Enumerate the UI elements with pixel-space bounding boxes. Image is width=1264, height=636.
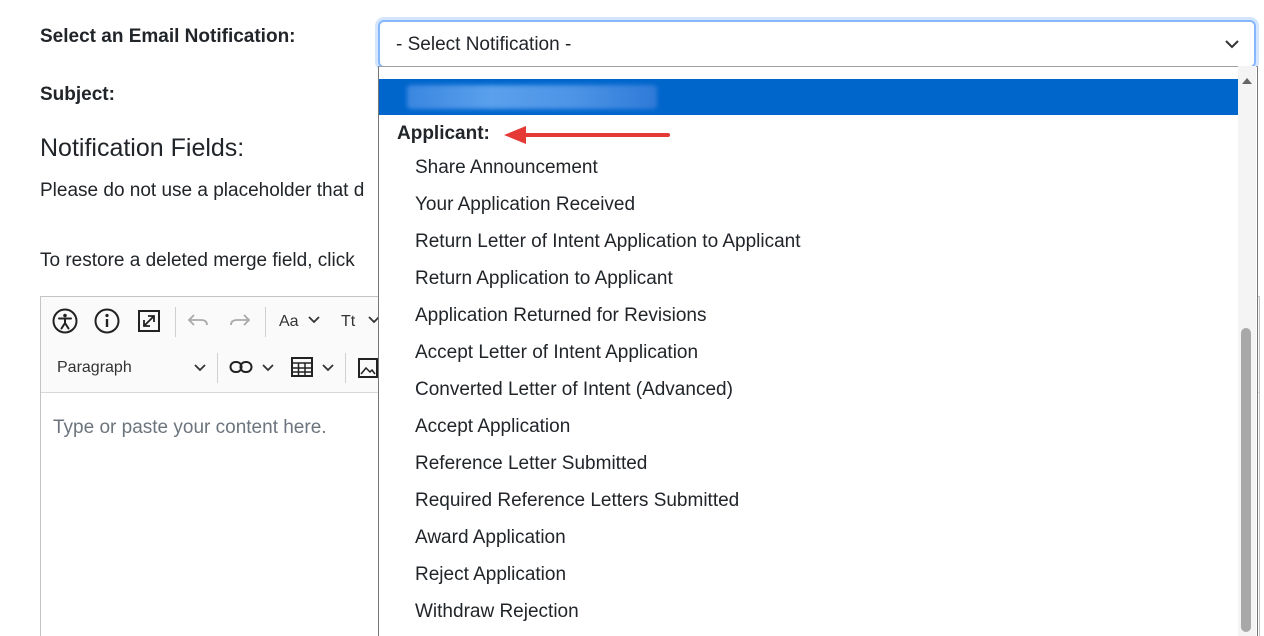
notification-fields-heading: Notification Fields: [40,134,245,162]
scrollbar-thumb[interactable] [1241,328,1251,632]
redacted-option-text [407,85,657,109]
email-notification-label: Select an Email Notification: [40,26,296,47]
option-converted-loi[interactable]: Converted Letter of Intent (Advanced) [415,379,733,401]
undo-icon[interactable] [185,309,211,333]
fullscreen-icon[interactable] [135,307,163,335]
option-share-announcement[interactable]: Share Announcement [415,157,598,179]
subject-label: Subject: [40,84,115,105]
toolbar-divider [175,307,176,337]
toolbar-divider [217,353,218,383]
editor-placeholder[interactable]: Type or paste your content here. [53,417,327,439]
toolbar-divider [265,307,266,337]
paragraph-dropdown[interactable]: Paragraph [57,359,132,377]
option-withdraw-rejection[interactable]: Withdraw Rejection [415,601,579,623]
chevron-down-icon[interactable] [321,361,335,375]
redo-icon[interactable] [227,309,253,333]
option-reject-application[interactable]: Reject Application [415,564,566,586]
image-icon[interactable] [357,357,379,379]
option-award-application[interactable]: Award Application [415,527,566,549]
link-icon[interactable] [227,355,255,379]
option-accept-loi[interactable]: Accept Letter of Intent Application [415,342,698,364]
font-size-button[interactable]: Aa [279,313,299,331]
annotation-arrow-icon [504,126,670,144]
option-returned-for-revisions[interactable]: Application Returned for Revisions [415,305,707,327]
restore-note: To restore a deleted merge field, click [40,250,355,271]
chevron-down-icon[interactable] [261,361,275,375]
placeholder-note: Please do not use a placeholder that d [40,180,365,201]
chevron-down-icon[interactable] [193,361,207,375]
option-required-reference-letters[interactable]: Required Reference Letters Submitted [415,490,739,512]
table-icon[interactable] [289,355,315,379]
dropdown-scrollbar[interactable] [1238,66,1256,636]
option-return-loi-to-applicant[interactable]: Return Letter of Intent Application to A… [415,231,801,253]
accessibility-icon[interactable] [51,307,79,335]
option-reference-letter-submitted[interactable]: Reference Letter Submitted [415,453,647,475]
option-your-application-received[interactable]: Your Application Received [415,194,635,216]
highlighted-option[interactable] [379,79,1239,115]
chevron-down-icon[interactable] [307,313,321,327]
notification-options-list[interactable]: ​ Applicant: Share Announcement Your App… [378,66,1258,636]
option-group-applicant: Applicant: [397,123,490,144]
text-style-button[interactable]: Tt [341,313,355,331]
notification-select[interactable]: - Select Notification - [378,20,1256,68]
info-icon[interactable] [93,307,121,335]
option-accept-application[interactable]: Accept Application [415,416,570,438]
select-value: - Select Notification - [396,34,572,55]
option-return-application[interactable]: Return Application to Applicant [415,268,673,290]
scroll-up-arrow-icon[interactable] [1241,72,1253,90]
chevron-down-icon [1224,34,1240,56]
toolbar-divider [345,353,346,383]
